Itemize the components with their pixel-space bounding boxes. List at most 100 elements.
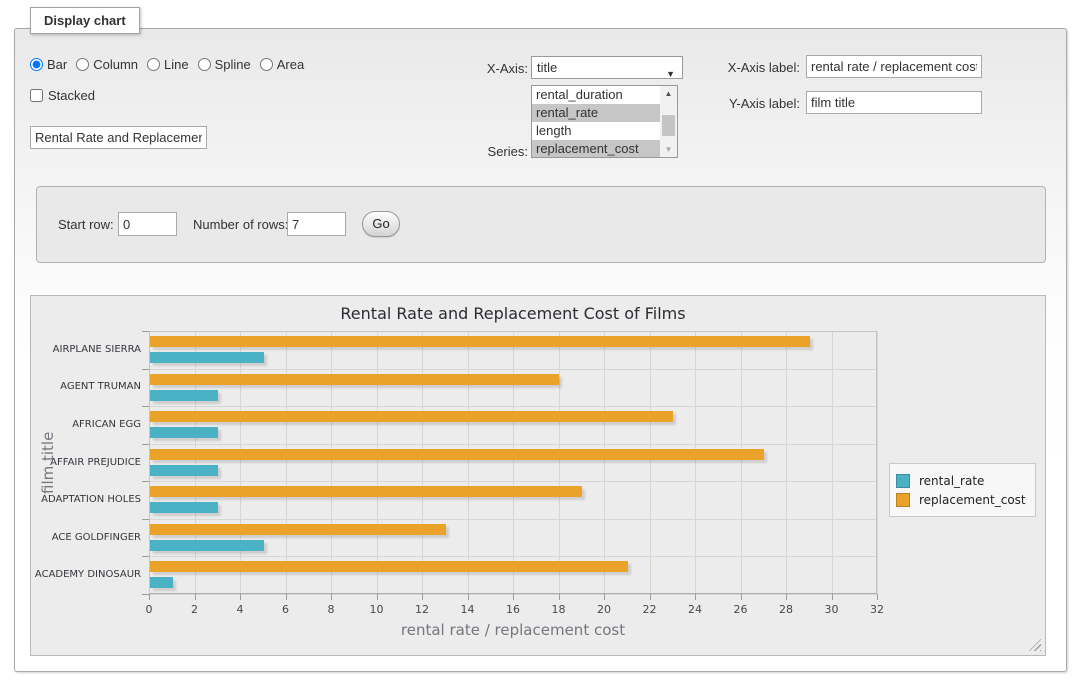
x-tick-label: 18 [541, 603, 577, 616]
x-tick [331, 594, 332, 600]
chart-type-radio-label: Area [277, 57, 304, 72]
chart-container: Rental Rate and Replacement Cost of Film… [30, 295, 1046, 656]
x-tick [240, 594, 241, 600]
chart-type-radio-label: Spline [215, 57, 251, 72]
x-tick [286, 594, 287, 600]
x-axis-label-caption: X-Axis label: [716, 60, 800, 76]
y-tick [142, 369, 149, 370]
plot-area: AIRPLANE SIERRAAGENT TRUMANAFRICAN EGGAF… [149, 331, 877, 594]
number-of-rows-input[interactable] [287, 212, 346, 236]
x-tick [513, 594, 514, 600]
resize-grip-icon[interactable] [1029, 639, 1041, 651]
scroll-down-icon[interactable]: ▼ [660, 142, 677, 157]
category-label: AIRPLANE SIERRA [23, 344, 141, 355]
x-tick-label: 0 [131, 603, 167, 616]
x-tick-label: 10 [359, 603, 395, 616]
start-row-input[interactable] [118, 212, 177, 236]
legend-item: rental_rate [896, 472, 1026, 489]
x-axis-label-input[interactable] [806, 55, 982, 78]
go-button[interactable]: Go [362, 211, 400, 237]
x-tick [377, 594, 378, 600]
x-tick-label: 2 [177, 603, 213, 616]
x-tick [832, 594, 833, 600]
category-label: ACADEMY DINOSAUR [23, 569, 141, 580]
legend-item: replacement_cost [896, 491, 1026, 508]
scroll-up-icon[interactable]: ▲ [660, 86, 677, 101]
chart-type-option-bar: Bar [30, 57, 67, 72]
y-tick [142, 406, 149, 407]
gridline-vertical [877, 331, 878, 594]
chart-type-radio-label: Line [164, 57, 189, 72]
chart-type-option-spline: Spline [198, 57, 251, 72]
start-row-label: Start row: [58, 217, 114, 232]
x-axis-title: rental rate / replacement cost [149, 621, 877, 639]
x-tick-label: 26 [723, 603, 759, 616]
x-tick-label: 32 [859, 603, 895, 616]
chart-title-input[interactable] [30, 126, 207, 149]
x-tick [604, 594, 605, 600]
y-tick [142, 556, 149, 557]
chart-type-radio-label: Bar [47, 57, 67, 72]
legend-swatch-replacement_cost [896, 493, 910, 507]
chart-type-radio-group: Bar Column Line Spline Area [30, 56, 313, 72]
x-tick-label: 12 [404, 603, 440, 616]
panel-title: Display chart [30, 7, 140, 34]
y-axis-title: film title [39, 378, 57, 548]
x-tick-label: 20 [586, 603, 622, 616]
x-tick-label: 4 [222, 603, 258, 616]
x-axis-selected-value: title [537, 60, 557, 75]
series-option-rental_rate[interactable]: rental_rate [532, 104, 677, 122]
y-axis-label-caption: Y-Axis label: [716, 96, 800, 112]
x-tick [559, 594, 560, 600]
legend-label: rental_rate [919, 474, 984, 488]
y-tick [142, 331, 149, 332]
chart-type-radio-column[interactable] [76, 58, 89, 71]
legend-swatch-rental_rate [896, 474, 910, 488]
legend-label: replacement_cost [919, 493, 1026, 507]
number-of-rows-label: Number of rows: [193, 217, 288, 232]
y-tick [142, 444, 149, 445]
x-tick-label: 30 [814, 603, 850, 616]
x-tick [877, 594, 878, 600]
chevron-down-icon: ▼ [666, 64, 675, 85]
y-tick [142, 519, 149, 520]
y-tick [142, 481, 149, 482]
x-tick-label: 28 [768, 603, 804, 616]
series-option-rental_duration[interactable]: rental_duration [532, 86, 677, 104]
chart-type-option-column: Column [76, 57, 138, 72]
x-tick-label: 6 [268, 603, 304, 616]
series-options: rental_durationrental_ratelengthreplacem… [532, 86, 677, 158]
x-tick-label: 16 [495, 603, 531, 616]
x-tick [468, 594, 469, 600]
chart-type-radio-label: Column [93, 57, 138, 72]
x-tick [149, 594, 150, 600]
x-axis-select[interactable]: title ▼ [531, 56, 683, 79]
x-tick-label: 14 [450, 603, 486, 616]
chart-type-radio-bar[interactable] [30, 58, 43, 71]
x-tick [422, 594, 423, 600]
series-option-replacement_cost[interactable]: replacement_cost [532, 140, 677, 158]
x-tick-label: 8 [313, 603, 349, 616]
chart-title: Rental Rate and Replacement Cost of Film… [149, 304, 877, 323]
chart-legend: rental_rate replacement_cost [889, 463, 1036, 517]
scrollbar-thumb[interactable] [662, 115, 675, 136]
y-axis-label-input[interactable] [806, 91, 982, 114]
plot-border [149, 331, 877, 594]
x-tick [650, 594, 651, 600]
chart-type-option-line: Line [147, 57, 189, 72]
x-tick [786, 594, 787, 600]
chart-type-radio-area[interactable] [260, 58, 273, 71]
stacked-option: Stacked [30, 88, 95, 103]
series-scrollbar[interactable]: ▲ ▼ [660, 86, 677, 157]
stacked-label: Stacked [48, 88, 95, 103]
y-tick [142, 594, 149, 595]
x-tick [741, 594, 742, 600]
series-option-length[interactable]: length [532, 122, 677, 140]
chart-type-radio-line[interactable] [147, 58, 160, 71]
x-tick-label: 24 [677, 603, 713, 616]
x-axis-select-label: X-Axis: [440, 61, 528, 77]
series-multiselect[interactable]: rental_durationrental_ratelengthreplacem… [531, 85, 678, 158]
stacked-checkbox[interactable] [30, 89, 43, 102]
x-tick [695, 594, 696, 600]
chart-type-radio-spline[interactable] [198, 58, 211, 71]
